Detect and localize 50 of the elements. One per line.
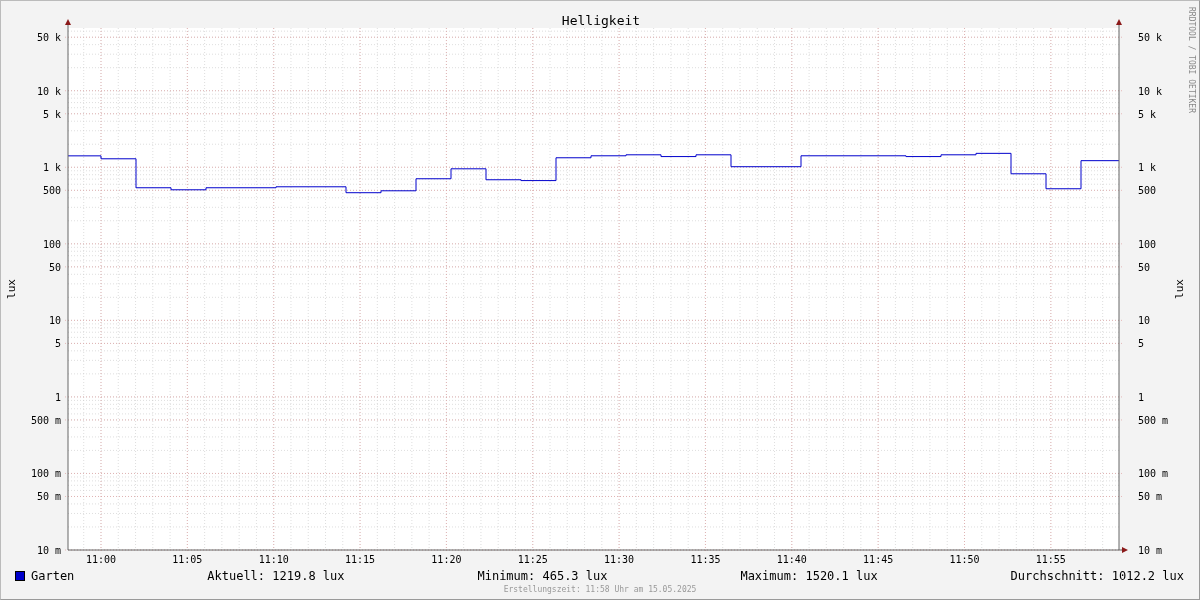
y-tick-label: 10 k <box>36 85 61 97</box>
legend-stat: Minimum: 465.3 lux <box>477 569 608 583</box>
y-tick-label: 500 <box>42 185 61 197</box>
y-tick-label: 50 k <box>36 32 61 44</box>
y-tick-label: 10 m <box>1138 545 1163 556</box>
y-tick-label: 5 k <box>1138 108 1157 120</box>
y-tick-label: 100 <box>1138 238 1157 250</box>
y-tick-label: 500 m <box>30 414 61 426</box>
x-tick-label: 11:25 <box>517 554 548 565</box>
y-tick-label: 100 m <box>30 468 61 480</box>
y-tick-label: 100 <box>42 238 61 250</box>
x-tick-label: 11:55 <box>1035 554 1066 565</box>
legend-label: Garten <box>31 569 75 583</box>
x-tick-label: 11:35 <box>690 554 721 565</box>
x-tick-label: 11:50 <box>949 554 980 565</box>
legend-stat: Maximum: 1520.1 lux <box>740 569 878 583</box>
y-axis-label: lux <box>1173 279 1186 299</box>
x-tick-label: 11:05 <box>172 554 203 565</box>
y-tick-label: 50 m <box>1138 491 1163 503</box>
y-tick-label: 1 k <box>1138 162 1157 174</box>
x-tick-label: 11:20 <box>431 554 462 565</box>
credit-text: RRDTOOL / TOBI OETIKER <box>1187 7 1196 113</box>
x-tick-label: 11:15 <box>345 554 376 565</box>
y-tick-label: 10 k <box>1138 85 1163 97</box>
y-tick-label: 1 <box>54 391 61 403</box>
y-tick-label: 10 <box>48 315 61 327</box>
x-tick-label: 11:30 <box>604 554 635 565</box>
legend-stat: Durchschnitt: 1012.2 lux <box>1010 569 1184 583</box>
y-tick-label: 500 m <box>1138 414 1169 426</box>
x-tick-label: 11:00 <box>85 554 117 565</box>
x-tick-label: 11:40 <box>776 554 807 565</box>
y-tick-label: 5 k <box>42 108 61 120</box>
y-tick-label: 10 m <box>36 545 61 556</box>
y-tick-label: 5 <box>1138 338 1145 350</box>
y-tick-label: 50 m <box>36 491 61 503</box>
x-tick-label: 11:45 <box>863 554 894 565</box>
chart-title: Helligkeit <box>561 13 641 28</box>
y-axis-label: lux <box>5 279 18 299</box>
y-tick-label: 1 <box>1138 391 1145 403</box>
y-tick-label: 50 <box>1138 261 1151 273</box>
y-tick-label: 50 k <box>1138 32 1163 44</box>
x-tick-label: 11:10 <box>258 554 289 565</box>
y-tick-label: 10 <box>1138 315 1151 327</box>
legend-stat: Aktuell: 1219.8 lux <box>207 569 345 583</box>
y-tick-label: 5 <box>54 338 61 350</box>
creation-time: Erstellungszeit: 11:58 Uhr am 15.05.2025 <box>503 585 697 594</box>
y-tick-label: 50 <box>48 261 61 273</box>
y-tick-label: 1 k <box>42 162 61 174</box>
y-tick-label: 500 <box>1138 185 1157 197</box>
y-tick-label: 100 m <box>1138 468 1169 480</box>
